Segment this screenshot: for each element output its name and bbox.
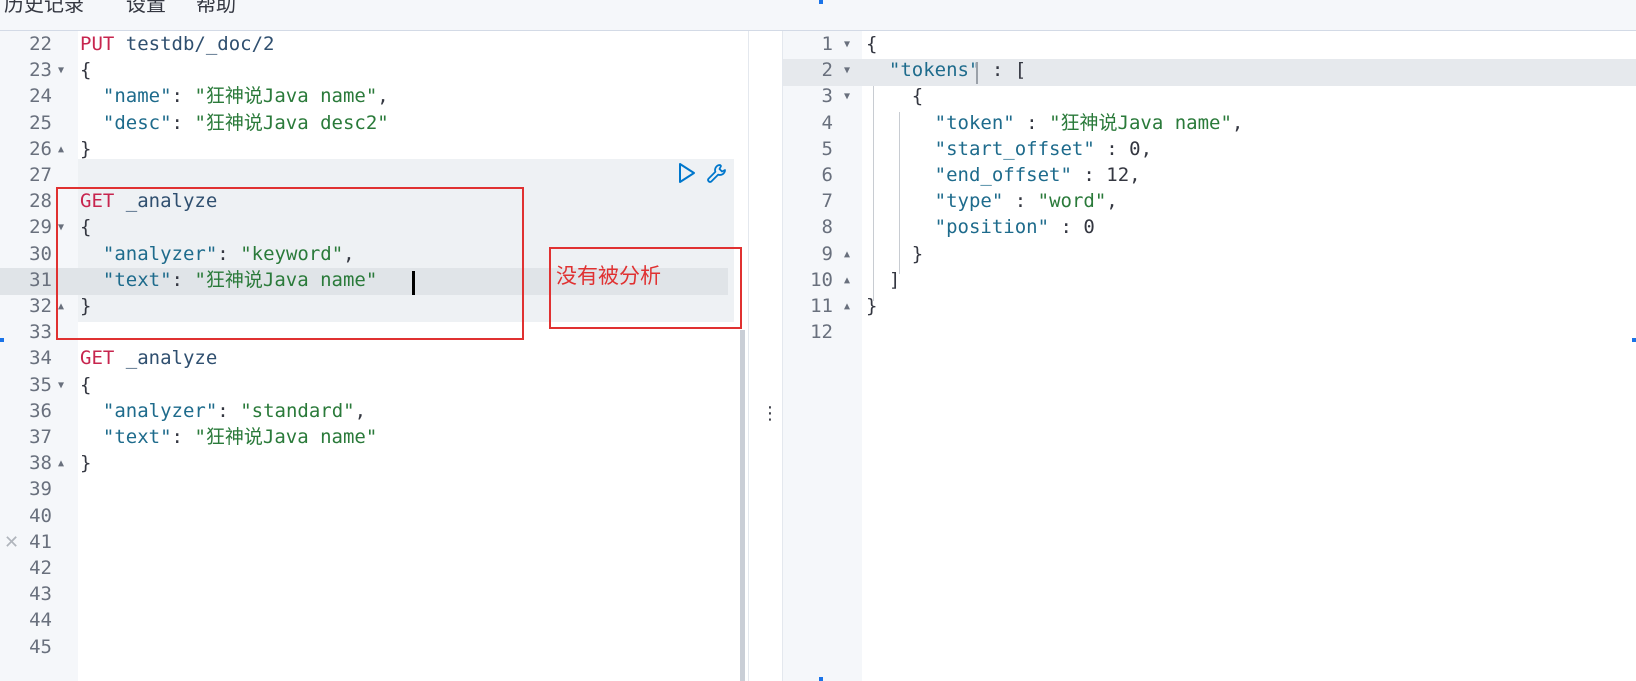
fold-close-icon[interactable]: ▲	[58, 450, 64, 477]
code-line[interactable]: GET _analyze	[80, 345, 217, 372]
line-number: 7	[821, 190, 833, 213]
menu-item-history[interactable]: 历史记录	[4, 0, 84, 17]
annotation-text: 没有被分析	[556, 264, 661, 288]
response-line: }	[911, 242, 924, 265]
menu-bar: 历史记录 设置 帮助	[0, 0, 1636, 31]
close-icon[interactable]: ✕	[4, 532, 19, 553]
selection-handle	[819, 0, 823, 4]
line-number: 31	[29, 268, 52, 291]
response-line: ]	[888, 268, 901, 291]
line-number: 11	[810, 295, 833, 317]
response-line: "end_offset" : 12,	[934, 164, 1141, 186]
code-line[interactable]: {	[80, 372, 91, 399]
response-line: "token" : "狂神说Java name",	[934, 111, 1244, 134]
line-number: 35	[29, 373, 52, 396]
wrench-icon[interactable]	[705, 162, 729, 186]
indent-guide	[899, 112, 900, 274]
line-number: 39	[29, 478, 52, 501]
response-line: }	[866, 295, 878, 317]
line-number: 2	[821, 59, 833, 82]
fold-open-icon[interactable]: ▼	[844, 83, 850, 110]
code-line[interactable]: "desc": "狂神说Java desc2"	[80, 110, 389, 137]
line-number: 32	[29, 295, 52, 317]
line-number: 28	[29, 190, 52, 213]
more-vertical-icon[interactable]: ⋮	[761, 405, 779, 434]
line-number: 44	[29, 609, 52, 632]
fold-close-icon[interactable]: ▲	[58, 136, 64, 163]
line-number: 5	[821, 137, 833, 160]
selection-handle	[819, 677, 823, 681]
line-number: 36	[29, 399, 52, 422]
fold-open-icon[interactable]: ▼	[844, 31, 850, 58]
code-line[interactable]: "text": "狂神说Java name"	[80, 424, 377, 451]
line-number: 8	[821, 216, 833, 239]
line-number: 38	[29, 452, 52, 475]
code-line[interactable]: {	[80, 57, 91, 84]
line-number: 9	[821, 242, 833, 265]
code-line[interactable]: }	[80, 450, 91, 477]
fold-open-icon[interactable]: ▼	[58, 372, 64, 399]
fold-open-icon[interactable]: ▼	[844, 57, 850, 84]
selection-handle	[0, 338, 4, 342]
line-number: 4	[821, 111, 833, 134]
fold-close-icon[interactable]: ▲	[844, 241, 850, 268]
annotation-box-request	[56, 187, 524, 340]
menu-item-help[interactable]: 帮助	[196, 0, 236, 17]
line-number: 12	[810, 321, 833, 344]
line-number: 6	[821, 164, 833, 186]
code-line[interactable]: "analyzer": "standard",	[80, 398, 366, 425]
fold-close-icon[interactable]: ▲	[844, 267, 850, 294]
line-number: 10	[810, 268, 833, 291]
line-number: 34	[29, 347, 52, 370]
line-number: 26	[29, 137, 52, 160]
response-line: "tokens" : [	[888, 59, 1027, 82]
line-number: 24	[29, 85, 52, 108]
response-line: "start_offset" : 0,	[934, 137, 1153, 160]
response-line: {	[911, 85, 924, 108]
pane-resizer[interactable]	[748, 31, 783, 681]
line-number: 42	[29, 557, 52, 579]
line-number: 22	[29, 33, 52, 55]
code-line[interactable]: }	[80, 136, 91, 163]
line-number: 33	[29, 321, 52, 344]
response-cursor	[976, 62, 978, 84]
line-number: 25	[29, 111, 52, 134]
line-number: 3	[821, 85, 833, 108]
selection-handle	[1632, 338, 1636, 342]
request-scrollbar[interactable]	[740, 330, 745, 681]
line-number: 37	[29, 426, 52, 448]
line-number: 45	[29, 635, 52, 658]
response-line: {	[866, 33, 878, 55]
fold-close-icon[interactable]: ▲	[844, 293, 850, 320]
play-icon[interactable]	[677, 162, 697, 184]
code-line[interactable]: "name": "狂神说Java name",	[80, 83, 389, 110]
line-number: 27	[29, 164, 52, 186]
line-number: 29	[29, 216, 52, 239]
line-number: 30	[29, 242, 52, 265]
response-line: "type" : "word",	[934, 190, 1118, 213]
response-line: "position" : 0	[934, 216, 1095, 239]
menu-item-settings[interactable]: 设置	[126, 0, 166, 17]
indent-guide	[873, 86, 874, 301]
line-number: 1	[821, 33, 833, 55]
line-number: 23	[29, 59, 52, 82]
line-number: 43	[29, 583, 52, 606]
line-number: 40	[29, 504, 52, 527]
fold-open-icon[interactable]: ▼	[58, 57, 64, 84]
code-line[interactable]: PUT testdb/_doc/2	[80, 31, 275, 58]
